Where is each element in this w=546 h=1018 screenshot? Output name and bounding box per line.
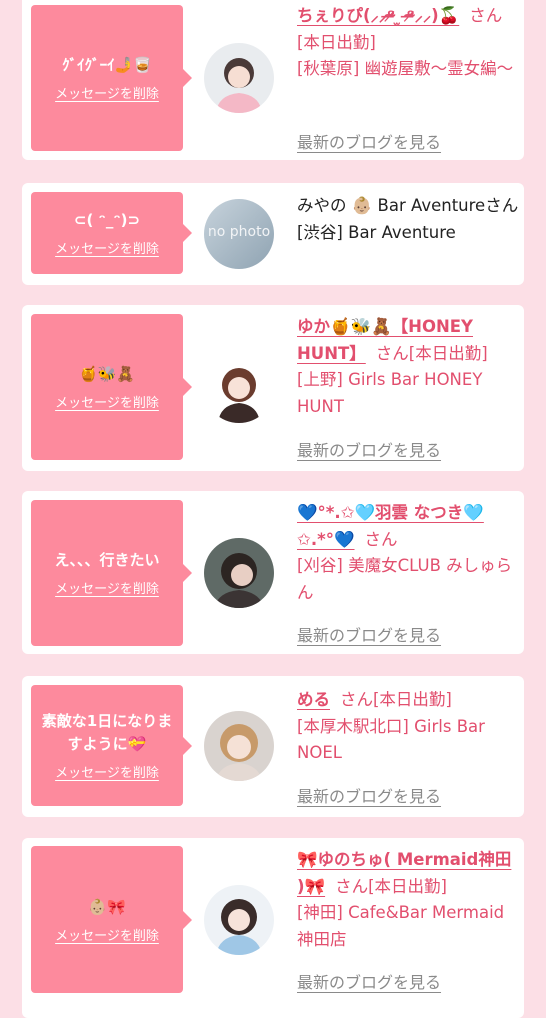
status-text: [本日出勤]	[408, 343, 488, 363]
honorific: さん	[340, 690, 373, 709]
cast-info: 🎀ゆのちゅ( Mermaid神田 )🎀 さん[本日出勤] [神田] Cafe&Ba…	[297, 847, 519, 953]
cast-info: みやの 👶🏼 Bar Aventureさん [渋谷] Bar Aventure	[297, 193, 519, 246]
message-card: 素敵な1日になりますように💝 メッセージを削除 める さん[本日出勤] [本厚木駅…	[22, 676, 524, 817]
honorific: さん	[375, 343, 409, 363]
message-bubble: 素敵な1日になりますように💝 メッセージを削除	[31, 685, 192, 806]
shop-text: [刈谷] 美魔女CLUB みしゅらん	[297, 556, 513, 602]
status-text: [本日出勤]	[368, 876, 447, 896]
message-card: え、、、行きたい メッセージを削除 💙°*.✩🩵羽雲 なつき🩵✩.*°💙 さん […	[22, 491, 524, 654]
delete-message-link[interactable]: メッセージを削除	[55, 762, 159, 781]
latest-blog-link[interactable]: 最新のブログを見る	[297, 437, 441, 461]
delete-message-link[interactable]: メッセージを削除	[55, 392, 159, 411]
shop-text: [神田] Cafe&Bar Mermaid神田店	[297, 903, 505, 949]
latest-blog-link[interactable]: 最新のブログを見る	[297, 783, 441, 807]
message-text: 素敵な1日になりますように💝	[41, 712, 173, 753]
message-text: ⊂( ᵔ_ᵔ)⊃	[73, 211, 141, 229]
message-bubble: 👶🏼🎀 メッセージを削除	[31, 846, 192, 993]
no-photo-text: no photo	[207, 224, 271, 240]
shop-text: [渋谷] Bar Aventure	[297, 222, 456, 242]
shop-text: [本厚木駅北口] Girls Bar NOEL	[297, 716, 485, 763]
message-text: 👶🏼🎀	[88, 897, 126, 916]
avatar[interactable]	[204, 885, 274, 955]
message-text: え、、、行きたい	[54, 551, 160, 569]
avatar[interactable]	[204, 711, 274, 781]
delete-message-link[interactable]: メッセージを削除	[55, 83, 159, 102]
delete-message-link[interactable]: メッセージを削除	[55, 578, 159, 597]
cast-name-link[interactable]: める	[297, 690, 330, 709]
message-card: 🍯🐝🧸 メッセージを削除 ゆか🍯🐝🧸【HONEY HUNT】 さん[本日出勤] […	[22, 305, 524, 471]
message-card: ｸﾞｲｸﾞｰｲ🤳🥃 メッセージを削除 ちぇりぴ(⸝⸝ᵒ̴̶̷ ̫ ᵒ̴̶̷⸝⸝)…	[22, 0, 524, 160]
status-text: [本日出勤]	[297, 32, 376, 52]
message-card: 👶🏼🎀 メッセージを削除 🎀ゆのちゅ( Mermaid神田 )🎀 さん[本日出勤]…	[22, 838, 524, 1018]
latest-blog-link[interactable]: 最新のブログを見る	[297, 622, 441, 646]
message-bubble: ⊂( ᵔ_ᵔ)⊃ メッセージを削除	[31, 192, 192, 274]
status-text: [本日出勤]	[373, 690, 452, 709]
cast-info: 💙°*.✩🩵羽雲 なつき🩵✩.*°💙 さん [刈谷] 美魔女CLUB みしゅらん	[297, 500, 519, 606]
cast-info: ゆか🍯🐝🧸【HONEY HUNT】 さん[本日出勤] [上野] Girls Bar…	[297, 314, 519, 420]
message-bubble: え、、、行きたい メッセージを削除	[31, 500, 192, 646]
cast-info: ちぇりぴ(⸝⸝ᵒ̴̶̷ ̫ ᵒ̴̶̷⸝⸝)🍒 さん [本日出勤] [秋葉原] 幽遊屋…	[297, 3, 519, 83]
avatar[interactable]	[204, 43, 274, 113]
avatar[interactable]	[204, 353, 274, 423]
latest-blog-link[interactable]: 最新のブログを見る	[297, 969, 441, 993]
message-bubble: 🍯🐝🧸 メッセージを削除	[31, 314, 192, 460]
message-text: 🍯🐝🧸	[78, 365, 136, 383]
shop-text: [秋葉原] 幽遊屋敷〜霊女編〜	[297, 59, 514, 78]
message-card: ⊂( ᵔ_ᵔ)⊃ メッセージを削除 no photo みやの 👶🏼 Bar Av…	[22, 183, 524, 285]
avatar[interactable]	[204, 538, 274, 608]
cast-name-link[interactable]: ちぇりぴ(⸝⸝ᵒ̴̶̷ ̫ ᵒ̴̶̷⸝⸝)🍒	[297, 6, 459, 25]
honorific: さん	[485, 196, 519, 215]
message-bubble: ｸﾞｲｸﾞｰｲ🤳🥃 メッセージを削除	[31, 5, 192, 151]
delete-message-link[interactable]: メッセージを削除	[55, 238, 159, 257]
avatar-no-photo[interactable]: no photo	[204, 199, 274, 269]
honorific: さん	[364, 529, 398, 549]
shop-text: [上野] Girls Bar HONEY HUNT	[297, 370, 483, 416]
delete-message-link[interactable]: メッセージを削除	[55, 925, 159, 944]
honorific: さん	[335, 876, 369, 896]
latest-blog-link[interactable]: 最新のブログを見る	[297, 129, 441, 153]
cast-name: みやの 👶🏼 Bar Aventure	[297, 196, 486, 215]
honorific: さん	[469, 6, 503, 25]
message-text: ｸﾞｲｸﾞｰｲ🤳🥃	[62, 56, 152, 74]
cast-info: める さん[本日出勤] [本厚木駅北口] Girls Bar NOEL	[297, 687, 519, 767]
